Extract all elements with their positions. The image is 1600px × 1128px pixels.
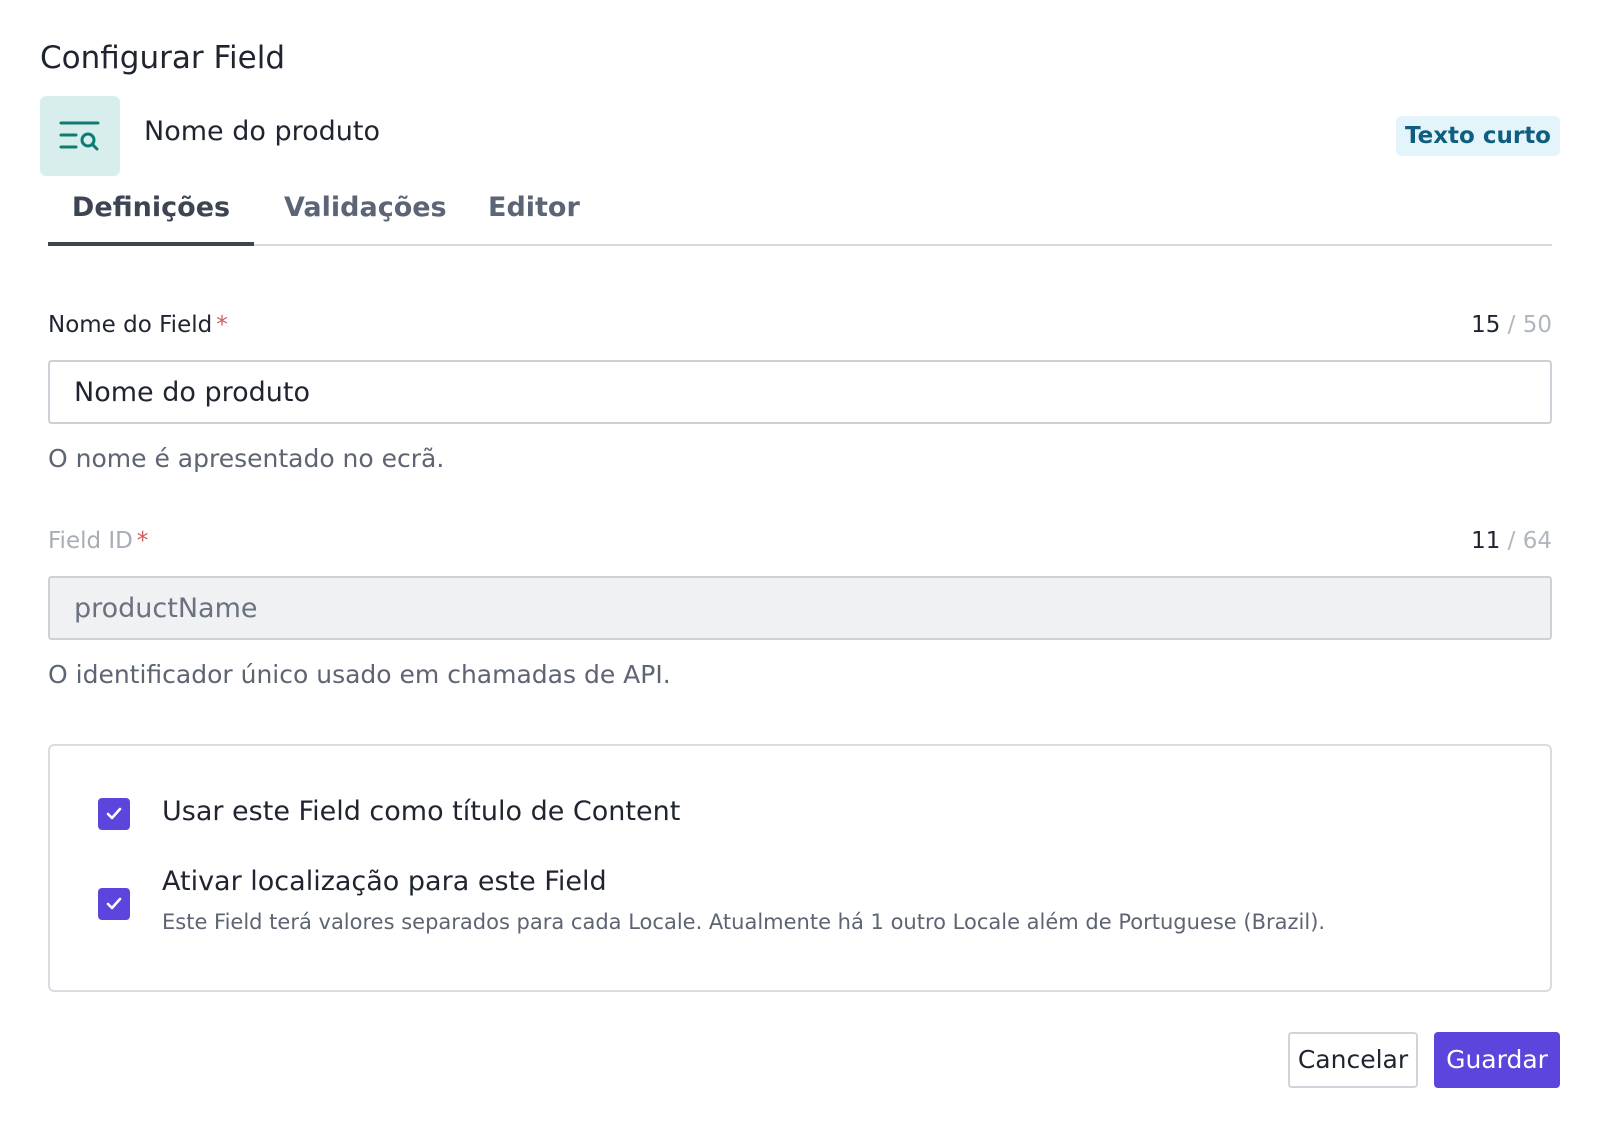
checkmark-icon xyxy=(106,897,122,910)
required-mark: * xyxy=(216,312,228,338)
field-options-box: Usar este Field como título de Content A… xyxy=(48,744,1552,992)
counter-separator: / xyxy=(1507,312,1516,338)
field-name-help: O nome é apresentado no ecrã. xyxy=(48,444,445,473)
tab-bar: Definições Validações Editor xyxy=(48,178,1552,246)
localization-option-description: Este Field terá valores separados para c… xyxy=(162,910,1326,934)
checkmark-icon xyxy=(106,807,122,820)
required-mark: * xyxy=(136,528,149,554)
tab-definicoes[interactable]: Definições xyxy=(48,178,254,246)
localization-option-label[interactable]: Ativar localização para este Field xyxy=(162,866,607,897)
id-char-count: 11 xyxy=(1471,528,1501,554)
title-field-option-label[interactable]: Usar este Field como título de Content xyxy=(162,796,680,827)
tab-editor[interactable]: Editor xyxy=(488,178,580,246)
name-field-label: Nome do Field * xyxy=(48,312,228,338)
id-field-label-row: Field ID * 11 / 64 xyxy=(48,528,1552,560)
field-type-badge: Texto curto xyxy=(1395,116,1560,156)
cancel-button[interactable]: Cancelar xyxy=(1288,1032,1418,1088)
title-field-checkbox[interactable] xyxy=(98,798,130,830)
field-id-label-text: Field ID xyxy=(48,528,133,554)
name-field-label-text: Nome do Field xyxy=(48,312,213,338)
tab-validacoes[interactable]: Validações xyxy=(284,178,447,246)
field-id-label: Field ID * xyxy=(48,528,148,554)
name-char-max: 50 xyxy=(1522,312,1552,338)
dialog-title: Configurar Field xyxy=(40,40,286,76)
id-char-max: 64 xyxy=(1522,528,1552,554)
id-char-counter: 11 / 64 xyxy=(1471,528,1552,554)
text-search-icon xyxy=(59,121,100,151)
field-header-name: Nome do produto xyxy=(144,116,380,147)
field-id-help: O identificador único usado em chamadas … xyxy=(48,660,671,689)
save-button[interactable]: Guardar xyxy=(1434,1032,1560,1088)
field-type-icon-box xyxy=(40,96,120,176)
name-field-label-row: Nome do Field * 15 / 50 xyxy=(48,312,1552,344)
name-char-count: 15 xyxy=(1471,312,1501,338)
counter-separator: / xyxy=(1507,528,1516,554)
configure-field-dialog: Configurar Field Nome do produto Texto c… xyxy=(0,0,1600,1128)
field-name-input[interactable] xyxy=(48,360,1552,424)
localization-checkbox[interactable] xyxy=(98,888,130,920)
name-char-counter: 15 / 50 xyxy=(1471,312,1552,338)
field-id-input xyxy=(48,576,1552,640)
